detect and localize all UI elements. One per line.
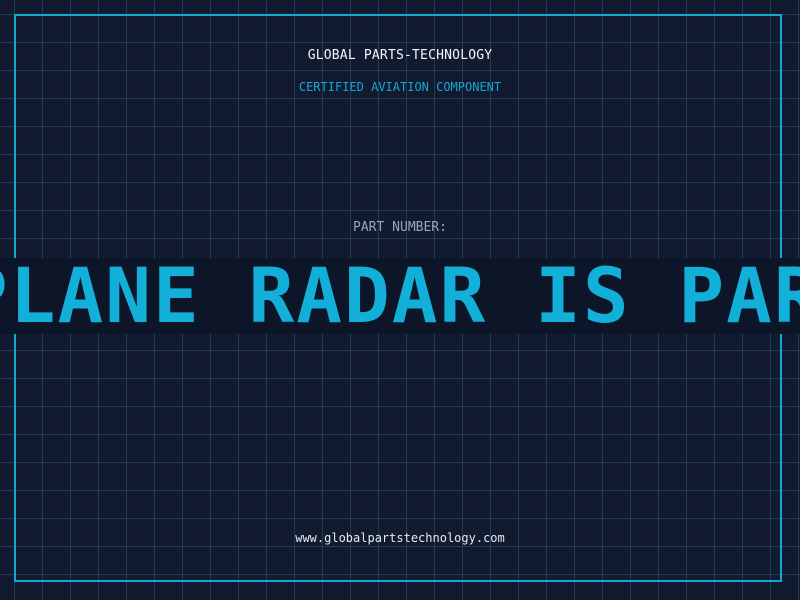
part-number-band: PLANE RADAR IS PART xyxy=(0,258,800,334)
certificate-page: GLOBAL PARTS-TECHNOLOGY CERTIFIED AVIATI… xyxy=(0,0,800,600)
part-number-value: PLANE RADAR IS PART xyxy=(0,258,800,334)
website-url: www.globalpartstechnology.com xyxy=(295,531,505,545)
company-name: GLOBAL PARTS-TECHNOLOGY xyxy=(307,48,493,63)
part-number-label: PART NUMBER: xyxy=(353,220,447,235)
certification-subtitle: CERTIFIED AVIATION COMPONENT xyxy=(298,80,502,94)
